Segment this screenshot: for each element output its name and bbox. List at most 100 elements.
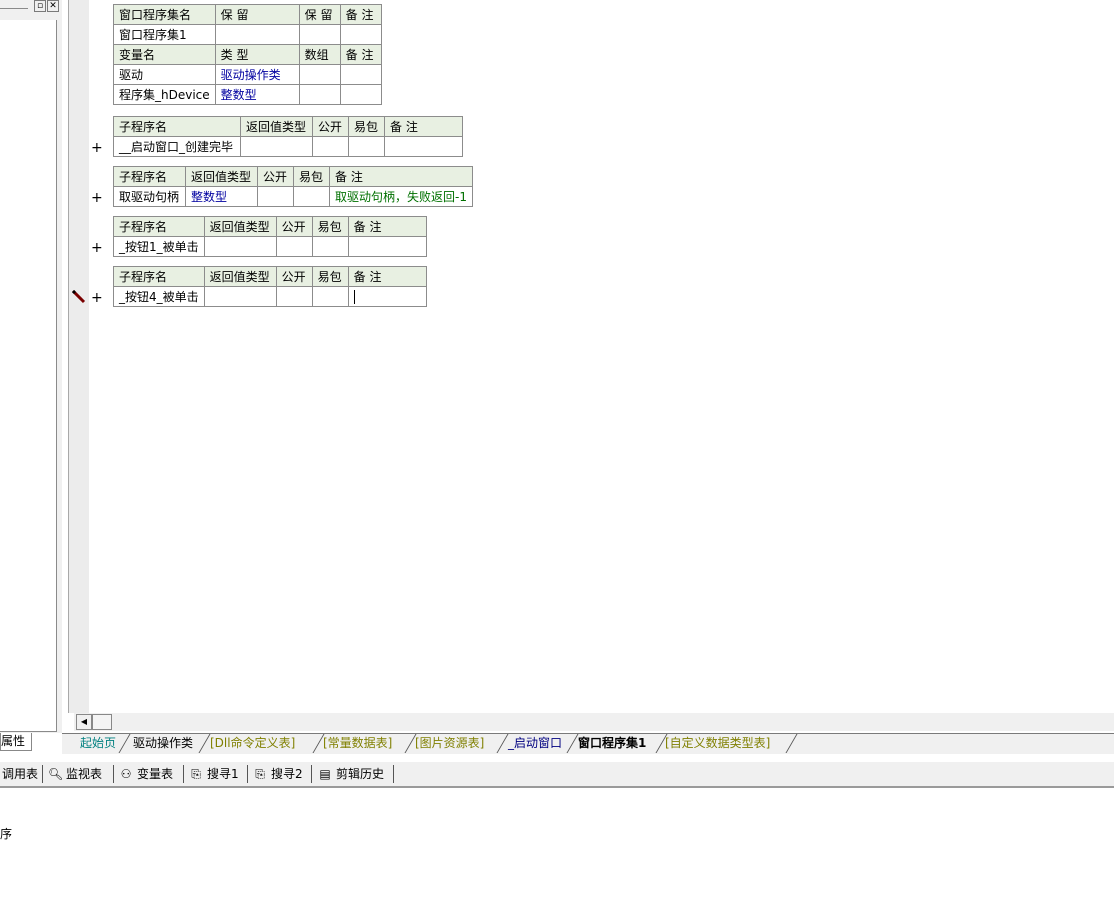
tab-variable-table[interactable]: ⚇ 变量表 xyxy=(119,765,173,783)
horizontal-scrollbar[interactable]: ◀ xyxy=(74,713,1114,731)
sub-public-cell[interactable] xyxy=(312,136,349,157)
tab-separator xyxy=(113,765,114,783)
scrollbar-thumb[interactable] xyxy=(92,714,112,730)
var-note-cell[interactable] xyxy=(339,64,382,85)
tab-separator xyxy=(566,734,579,753)
sub-note-cell[interactable] xyxy=(347,236,427,257)
tab-window-class1[interactable]: 窗口程序集1 xyxy=(578,734,646,753)
tab-clip-history[interactable]: ▤ 剪辑历史 xyxy=(318,765,384,783)
var-array-cell[interactable] xyxy=(298,64,341,85)
header-cell: 公开 xyxy=(312,116,349,137)
tab-search2[interactable]: ⎘ 搜寻2 xyxy=(253,765,302,783)
expand-icon[interactable]: + xyxy=(91,191,103,205)
tab-label: 变量表 xyxy=(137,767,174,781)
tab-driver-class[interactable]: 驱动操作类 xyxy=(133,734,193,753)
var-name-cell[interactable]: 程序集_hDevice xyxy=(113,84,216,105)
sub-return-cell[interactable]: 整数型 xyxy=(185,186,258,207)
header-cell: 易包 xyxy=(311,216,349,237)
sub-table: 子程序名 返回值类型 公开 易包 备 注 _按钮1_被单击 xyxy=(113,216,427,257)
glasses-icon: ⚇ xyxy=(120,767,132,781)
sub-ebag-cell[interactable] xyxy=(348,136,385,157)
sub-note-cell-active[interactable] xyxy=(347,286,427,307)
sub-table: 子程序名 返回值类型 公开 易包 备 注 取驱动句柄 整数型 取驱动句柄，失败返… xyxy=(113,166,473,207)
cell[interactable] xyxy=(298,24,341,45)
tab-custom-types[interactable]: [自定义数据类型表] xyxy=(665,734,770,753)
var-type-cell[interactable]: 整数型 xyxy=(214,84,300,105)
tab-startup-window[interactable]: _启动窗口 xyxy=(508,734,562,753)
tab-separator xyxy=(247,765,248,783)
code-editor[interactable] xyxy=(89,0,1114,713)
header-cell: 返回值类型 xyxy=(203,216,277,237)
sub-note-cell[interactable] xyxy=(384,136,463,157)
tab-dll-commands[interactable]: [Dll命令定义表] xyxy=(210,734,295,753)
tab-separator xyxy=(785,734,798,753)
expand-icon[interactable]: + xyxy=(91,291,103,305)
sub-name-cell[interactable]: _按钮1_被单击 xyxy=(113,236,205,257)
clipboard-icon: ▤ xyxy=(319,767,331,781)
header-cell: 子程序名 xyxy=(113,166,186,187)
var-note-cell[interactable] xyxy=(339,84,382,105)
close-icon[interactable]: ✕ xyxy=(47,0,59,12)
output-pane[interactable]: 序 xyxy=(0,788,1114,914)
cell[interactable] xyxy=(339,24,382,45)
class-table: 窗口程序集名 保 留 保 留 备 注 窗口程序集1 变量名 类 型 数组 备 注… xyxy=(113,4,382,105)
cell[interactable] xyxy=(214,24,300,45)
sub-name-cell[interactable]: __启动窗口_创建完毕 xyxy=(113,136,241,157)
header-cell: 公开 xyxy=(257,166,294,187)
tab-separator xyxy=(118,734,131,753)
tab-separator xyxy=(183,765,184,783)
header-cell: 易包 xyxy=(293,166,330,187)
text-caret xyxy=(353,289,355,304)
header-cell: 易包 xyxy=(311,266,349,287)
tab-separator xyxy=(198,734,211,753)
sub-note-cell[interactable]: 取驱动句柄，失败返回-1 xyxy=(329,186,473,207)
magnifier-icon: 🔍︎ xyxy=(48,767,64,781)
sub-public-cell[interactable] xyxy=(257,186,294,207)
restore-icon[interactable]: ▫ xyxy=(34,0,46,12)
tab-image-resources[interactable]: [图片资源表] xyxy=(415,734,484,753)
header-cell: 公开 xyxy=(275,266,313,287)
sub-public-cell[interactable] xyxy=(275,286,313,307)
header-cell: 返回值类型 xyxy=(185,166,258,187)
tab-watch-table[interactable]: 🔍︎ 监视表 xyxy=(48,765,102,783)
tab-call-table[interactable]: 调用表 xyxy=(2,765,38,783)
sub-table: 子程序名 返回值类型 公开 易包 备 注 __启动窗口_创建完毕 xyxy=(113,116,463,157)
property-list[interactable] xyxy=(0,20,57,732)
document-tabs: 起始页 驱动操作类 [Dll命令定义表] [常量数据表] [图片资源表] _启动… xyxy=(62,733,1114,754)
editor-gutter xyxy=(68,0,89,713)
tab-search1[interactable]: ⎘ 搜寻1 xyxy=(189,765,239,783)
tab-label: 搜寻1 xyxy=(207,767,239,781)
header-cell: 保 留 xyxy=(298,4,341,25)
var-name-cell[interactable]: 驱动 xyxy=(113,64,216,85)
tab-properties[interactable]: 属性 xyxy=(0,733,32,751)
header-cell: 备 注 xyxy=(329,166,473,187)
expand-icon[interactable]: + xyxy=(91,241,103,255)
sub-return-cell[interactable] xyxy=(203,236,277,257)
search-page-icon: ⎘ xyxy=(191,767,201,781)
sub-ebag-cell[interactable] xyxy=(311,286,349,307)
sub-return-cell[interactable] xyxy=(203,286,277,307)
header-cell: 类 型 xyxy=(214,44,300,65)
tab-separator xyxy=(496,734,509,753)
sub-ebag-cell[interactable] xyxy=(293,186,330,207)
scroll-left-icon[interactable]: ◀ xyxy=(76,714,92,730)
sub-name-cell[interactable]: _按钮4_被单击 xyxy=(113,286,205,307)
header-cell: 变量名 xyxy=(113,44,216,65)
var-array-cell[interactable] xyxy=(298,84,341,105)
var-type-cell[interactable]: 驱动操作类 xyxy=(214,64,300,85)
sub-public-cell[interactable] xyxy=(275,236,313,257)
header-cell: 易包 xyxy=(348,116,385,137)
bottom-toolbar: 调用表 🔍︎ 监视表 ⚇ 变量表 ⎘ 搜寻1 ⎘ 搜寻2 ▤ 剪辑历史 xyxy=(0,762,1114,788)
sub-return-cell[interactable] xyxy=(240,136,313,157)
header-cell: 备 注 xyxy=(339,44,382,65)
expand-icon[interactable]: + xyxy=(91,141,103,155)
sub-ebag-cell[interactable] xyxy=(311,236,349,257)
tab-label: 剪辑历史 xyxy=(336,767,385,781)
tab-start-page[interactable]: 起始页 xyxy=(80,734,116,753)
search-page-icon: ⎘ xyxy=(255,767,265,781)
tab-constants[interactable]: [常量数据表] xyxy=(323,734,392,753)
output-text: 序 xyxy=(0,827,13,841)
class-name-cell[interactable]: 窗口程序集1 xyxy=(113,24,216,45)
sub-name-cell[interactable]: 取驱动句柄 xyxy=(113,186,186,207)
header-cell: 备 注 xyxy=(384,116,463,137)
